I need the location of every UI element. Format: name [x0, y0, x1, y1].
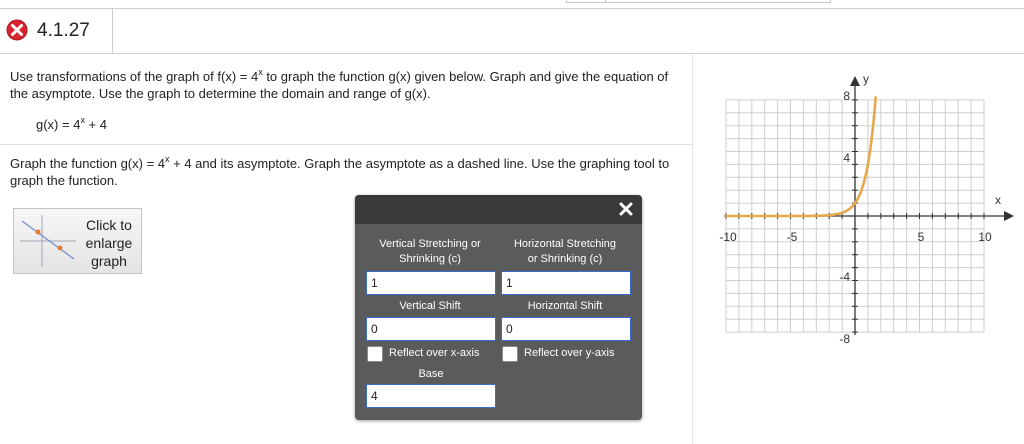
y-tick-label-4: 4 [843, 151, 850, 165]
header-top-border [0, 8, 1024, 9]
base-label: Base [418, 368, 444, 380]
enlarge-label: Click to enlarge graph [85, 217, 133, 269]
y-tick-label-neg8: -8 [839, 332, 850, 346]
horizontal-stretch-input[interactable] [501, 271, 631, 295]
y-tick-label-neg4: -4 [839, 270, 850, 284]
graphing-tool-panel: Vertical Stretching or Shrinking (c) Hor… [355, 195, 642, 420]
base-input[interactable] [366, 384, 496, 408]
x-tick-label-10: 10 [978, 230, 992, 244]
horizontal-stretch-label: Horizontal Stretching or Shrinking (c) [513, 238, 617, 265]
y-tick-label-8: 8 [843, 89, 850, 103]
y-axis-label: y [863, 72, 869, 86]
vertical-stretch-label: Vertical Stretching or Shrinking (c) [379, 238, 481, 265]
reflect-x-label: Reflect over x-axis [389, 347, 480, 359]
incorrect-x-icon [6, 19, 28, 41]
x-tick-label-neg5: -5 [787, 230, 798, 244]
header-bottom-border [0, 53, 1024, 54]
section-separator [0, 144, 692, 145]
close-icon[interactable] [618, 201, 634, 217]
panel-divider [692, 54, 693, 444]
vertical-stretch-input[interactable] [366, 271, 496, 295]
graph-instructions: Graph the function g(x) = 4x + 4 and its… [10, 153, 670, 188]
vertical-shift-label: Vertical Shift [399, 300, 461, 312]
horizontal-shift-input[interactable] [501, 317, 631, 341]
x-tick-label-5: 5 [918, 230, 925, 244]
question-instructions: Use transformations of the graph of f(x)… [10, 66, 669, 101]
reflect-y-label: Reflect over y-axis [524, 347, 615, 359]
question-number: 4.1.27 [37, 20, 90, 41]
coordinate-graph[interactable]: x y -10 -5 5 10 8 4 -4 -8 [700, 68, 1024, 358]
top-tab-outline [566, 0, 831, 3]
function-definition: g(x) = 4x + 4 [36, 114, 107, 132]
graphing-tool-header [355, 195, 642, 224]
graph-thumbnail-icon [20, 215, 76, 267]
x-axis-label: x [995, 193, 1001, 207]
reflect-y-checkbox[interactable] [502, 346, 518, 362]
reflect-x-checkbox[interactable] [367, 346, 383, 362]
horizontal-shift-label: Horizontal Shift [527, 300, 603, 312]
enlarge-graph-button[interactable]: Click to enlarge graph [13, 208, 142, 274]
function-curve [724, 96, 877, 218]
graph-axes [724, 76, 1014, 335]
vertical-shift-input[interactable] [366, 317, 496, 341]
x-tick-label-neg10: -10 [719, 230, 737, 244]
